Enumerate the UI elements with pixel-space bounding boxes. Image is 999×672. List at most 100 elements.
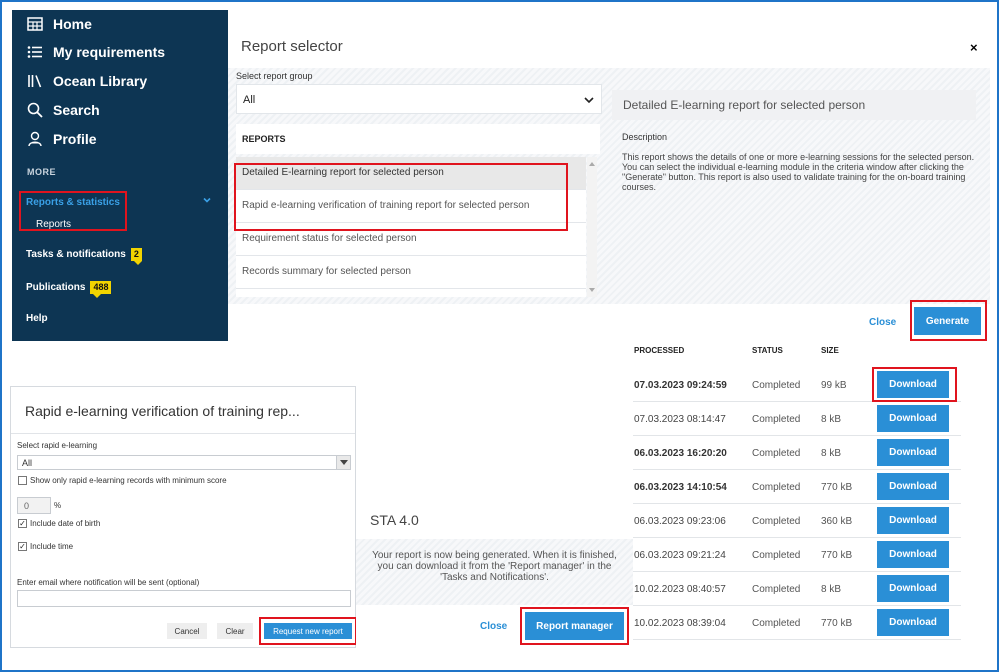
chevron-down-icon: [584, 97, 594, 104]
table-row: 07.03.2023 08:14:47 Completed 8 kB Download: [633, 402, 961, 436]
status-text: Completed: [752, 413, 801, 425]
status-text: Completed: [752, 617, 801, 629]
request-new-report-button[interactable]: Request new report: [264, 623, 352, 639]
table-row: 10.02.2023 08:40:57 Completed 8 kB Download: [633, 572, 961, 606]
reports-list-header: REPORTS: [236, 124, 600, 154]
dialog-body: Select report group All REPORTS Detailed…: [228, 68, 990, 304]
library-icon: [26, 72, 44, 90]
close-icon[interactable]: ×: [970, 40, 978, 55]
file-size: 99 kB: [821, 379, 847, 391]
tasks-count-badge: 2: [130, 248, 142, 265]
sidebar-item-search[interactable]: Search: [26, 98, 100, 122]
percent-label: %: [54, 501, 62, 510]
min-score-input[interactable]: 0: [17, 497, 51, 514]
screenshot-frame: Home My requirements Ocean Library Searc…: [0, 0, 999, 672]
sidebar-item-help[interactable]: Help: [26, 313, 48, 324]
min-score-label: Show only rapid e-learning records with …: [30, 476, 227, 485]
download-button[interactable]: Download: [877, 439, 949, 466]
sidebar-item-home[interactable]: Home: [26, 12, 92, 36]
rapid-select-label: Select rapid e-learning: [17, 441, 98, 450]
chevron-down-icon[interactable]: [201, 194, 213, 206]
status-text: Completed: [752, 549, 801, 561]
sidebar-item-label: Profile: [53, 131, 97, 147]
search-icon: [26, 101, 44, 119]
report-manager-button[interactable]: Report manager: [525, 612, 624, 640]
download-button[interactable]: Download: [877, 473, 949, 500]
dialog-title: STA 4.0: [370, 512, 419, 528]
sta-notification-dialog: STA 4.0 Your report is now being generat…: [356, 494, 633, 648]
processed-date: 06.03.2023 09:23:06: [634, 515, 726, 527]
processed-date: 06.03.2023 09:21:24: [634, 549, 726, 561]
profile-icon: [26, 130, 44, 148]
include-time-label: Include time: [30, 542, 74, 551]
include-time-checkbox[interactable]: ✓: [18, 542, 27, 551]
divider: [11, 433, 355, 434]
processed-date: 07.03.2023 09:24:59: [634, 379, 727, 391]
file-size: 770 kB: [821, 617, 853, 629]
publications-count-badge: 488: [90, 281, 112, 298]
sidebar-item-label: Ocean Library: [53, 73, 148, 89]
processed-date: 10.02.2023 08:40:57: [634, 583, 726, 595]
rapid-elearning-dialog: Rapid e-learning verification of trainin…: [10, 386, 357, 648]
close-button[interactable]: Close: [869, 317, 896, 328]
cancel-button[interactable]: Cancel: [167, 623, 207, 639]
file-size: 770 kB: [821, 481, 853, 493]
download-button[interactable]: Download: [877, 507, 949, 534]
dialog-title: Rapid e-learning verification of trainin…: [25, 403, 300, 419]
report-group-value: All: [243, 94, 256, 106]
sidebar-item-my-requirements[interactable]: My requirements: [26, 40, 165, 64]
file-size: 8 kB: [821, 413, 842, 425]
download-button[interactable]: Download: [877, 541, 949, 568]
description-label: Description: [622, 132, 668, 142]
description-text: This report shows the details of one or …: [622, 152, 975, 192]
file-size: 360 kB: [821, 515, 853, 527]
more-section-label: MORE: [27, 167, 56, 177]
table-row: 06.03.2023 14:10:54 Completed 770 kB Downlo…: [633, 470, 961, 504]
processed-date: 10.02.2023 08:39:04: [634, 617, 726, 629]
rapid-select-value: All: [22, 458, 33, 468]
table-row: 06.03.2023 09:21:24 Completed 770 kB Downlo…: [633, 538, 961, 572]
status-text: Completed: [752, 379, 801, 391]
include-dob-checkbox[interactable]: ✓: [18, 519, 27, 528]
status-text: Completed: [752, 481, 801, 493]
sidebar-item-profile[interactable]: Profile: [26, 127, 97, 151]
reports-highlight: [234, 163, 568, 231]
report-selector-dialog: Report selector × Select report group Al…: [228, 10, 990, 341]
rapid-elearning-select[interactable]: All: [17, 455, 351, 470]
download-button[interactable]: Download: [877, 609, 949, 636]
table-row: 06.03.2023 09:23:06 Completed 360 kB Downlo…: [633, 504, 961, 538]
file-size: 8 kB: [821, 447, 842, 459]
list-icon: [26, 43, 44, 61]
sidebar-item-publications[interactable]: Publications 488: [26, 281, 112, 298]
sidebar-item-label: My requirements: [53, 44, 166, 60]
report-group-label: Select report group: [236, 71, 313, 81]
sidebar-item-label: Help: [26, 313, 48, 324]
email-label: Enter email where notification will be s…: [17, 578, 200, 587]
sidebar-item-reports-statistics[interactable]: Reports & statistics: [26, 197, 120, 208]
column-header-size: SIZE: [821, 346, 839, 355]
dropdown-arrow-icon: [336, 456, 350, 469]
clear-button[interactable]: Clear: [217, 623, 253, 639]
sidebar-item-label: Home: [53, 16, 92, 32]
status-text: Completed: [752, 447, 801, 459]
include-dob-label: Include date of birth: [30, 519, 101, 528]
sidebar-item-tasks-notifications[interactable]: Tasks & notifications 2: [26, 248, 142, 265]
home-grid-icon: [26, 15, 44, 33]
sidebar: Home My requirements Ocean Library Searc…: [12, 10, 228, 341]
sidebar-item-ocean-library[interactable]: Ocean Library: [26, 69, 147, 93]
download-highlight: [872, 367, 957, 402]
download-button[interactable]: Download: [877, 575, 949, 602]
sidebar-item-label: Search: [53, 102, 100, 118]
download-button[interactable]: Download: [877, 405, 949, 432]
sidebar-item-reports[interactable]: Reports: [36, 219, 71, 230]
close-button[interactable]: Close: [480, 621, 507, 632]
min-score-checkbox[interactable]: [18, 476, 27, 485]
report-item-records-summary[interactable]: Records summary for selected person: [236, 256, 586, 289]
report-group-select[interactable]: All: [236, 84, 602, 114]
email-field[interactable]: [17, 590, 351, 607]
processed-date: 06.03.2023 16:20:20: [634, 447, 727, 459]
sidebar-item-label: Publications: [26, 282, 86, 293]
generate-button[interactable]: Generate: [914, 307, 981, 335]
reports-scrollbar[interactable]: [587, 157, 597, 297]
processed-date: 07.03.2023 08:14:47: [634, 413, 726, 425]
